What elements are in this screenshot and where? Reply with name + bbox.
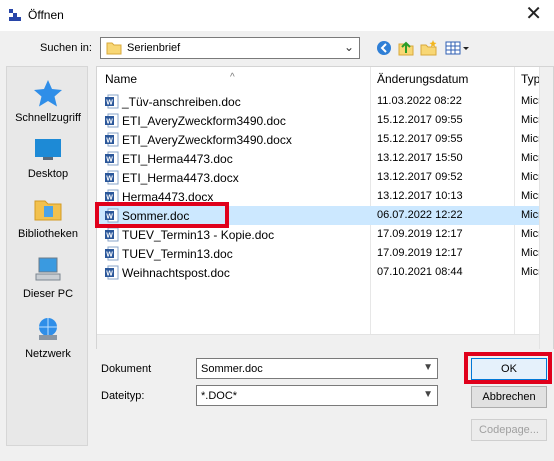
column-type-header[interactable]: Typ [521,72,540,86]
document-name-field[interactable]: ▼ [196,358,438,379]
file-name: Sommer.doc [122,209,190,223]
file-date: 13.12.2017 10:13 [377,190,463,202]
file-date: 11.03.2022 08:22 [377,95,462,107]
svg-text:W: W [106,100,113,107]
column-date-header[interactable]: Änderungsdatum [377,72,468,86]
file-row[interactable]: W TUEV_Termin13 - Kopie.doc 17.09.2019 12:… [97,225,553,245]
folder-icon [106,42,122,55]
back-icon[interactable] [374,38,394,58]
place-network[interactable]: Netzwerk [7,315,89,360]
place-desktop[interactable]: Desktop [7,135,89,180]
filetype-label: Dateityp: [101,390,145,402]
file-list[interactable]: Name ^ Änderungsdatum Typ W _Tüv-anschrei… [96,66,554,349]
place-this-pc[interactable]: Dieser PC [7,255,89,300]
title-bar: Öffnen ✕ [0,0,554,31]
place-quick-access[interactable]: Schnellzugriff [7,79,89,124]
file-date: 17.09.2019 12:17 [377,228,463,240]
word-doc-icon: W [104,189,119,207]
word-doc-icon: W [104,94,119,112]
svg-text:W: W [106,233,113,240]
ok-button[interactable]: OK [471,358,547,380]
word-doc-icon: W [104,246,119,264]
file-date: 13.12.2017 09:52 [377,171,463,183]
file-row[interactable]: W Sommer.doc 06.07.2022 12:22 Micro [97,206,553,226]
column-name-header[interactable]: Name [105,72,137,86]
word-doc-icon: W [104,151,119,169]
file-row[interactable]: W ETI_Herma4473.docx 13.12.2017 09:52 Micro [97,168,553,188]
chevron-down-icon: ▼ [423,389,433,400]
app-icon [9,9,21,21]
up-folder-icon[interactable] [396,38,416,58]
chevron-down-icon: ⌄ [343,40,354,54]
list-header: Name ^ Änderungsdatum Typ [97,67,553,91]
file-row[interactable]: W ETI_AveryZweckform3490.docx 15.12.2017 0… [97,130,553,150]
word-doc-icon: W [104,170,119,188]
place-label: Netzwerk [25,348,71,360]
horizontal-scrollbar[interactable] [97,334,539,349]
file-row[interactable]: W Herma4473.docx 13.12.2017 10:13 Micro [97,187,553,207]
file-name: TUEV_Termin13 - Kopie.doc [122,228,275,242]
vertical-scrollbar[interactable] [539,67,553,349]
file-date: 17.09.2019 12:17 [377,247,463,259]
file-date: 15.12.2017 09:55 [377,133,463,145]
file-name: ETI_Herma4473.doc [122,152,233,166]
cancel-button[interactable]: Abbrechen [471,386,547,408]
word-doc-icon: W [104,113,119,131]
file-date: 13.12.2017 15:50 [377,152,463,164]
places-sidebar: Schnellzugriff Desktop Bibliotheken Dies… [6,66,88,446]
codepage-button: Codepage... [471,419,547,441]
place-libraries[interactable]: Bibliotheken [7,195,89,240]
file-row[interactable]: W ETI_AveryZweckform3490.doc 15.12.2017 09… [97,111,553,131]
file-row[interactable]: W _Tüv-anschreiben.doc 11.03.2022 08:22 Mic… [97,92,553,112]
svg-text:W: W [106,138,113,145]
filetype-combo[interactable]: *.DOC* ▼ [196,385,438,406]
file-name: ETI_AveryZweckform3490.docx [122,133,292,147]
file-row[interactable]: W ETI_Herma4473.doc 13.12.2017 15:50 Micro [97,149,553,169]
file-name: ETI_Herma4473.docx [122,171,239,185]
word-doc-icon: W [104,265,119,283]
filetype-value: *.DOC* [201,390,238,402]
lookin-combo[interactable]: Serienbrief ⌄ [100,37,360,59]
new-folder-icon[interactable] [419,38,439,58]
word-doc-icon: W [104,227,119,245]
file-row[interactable]: W TUEV_Termin13.doc 17.09.2019 12:17 Micro [97,244,553,264]
document-label: Dokument [101,363,152,375]
svg-text:W: W [106,214,113,221]
sort-caret-icon: ^ [230,72,235,83]
lookin-label: Suchen in: [40,42,92,54]
word-doc-icon: W [104,132,119,150]
svg-text:W: W [106,157,113,164]
file-date: 15.12.2017 09:55 [377,114,463,126]
place-label: Schnellzugriff [15,112,81,124]
word-doc-icon: W [104,208,119,226]
place-label: Desktop [27,168,69,180]
file-name: ETI_AveryZweckform3490.doc [122,114,286,128]
svg-text:W: W [106,195,113,202]
chevron-down-icon[interactable]: ▼ [423,362,433,373]
file-date: 07.10.2021 08:44 [377,266,463,278]
file-name: TUEV_Termin13.doc [122,247,233,261]
place-label: Bibliotheken [18,228,78,240]
file-name: _Tüv-anschreiben.doc [122,95,241,109]
place-label: Dieser PC [22,288,74,300]
svg-text:W: W [106,271,113,278]
close-button[interactable]: ✕ [525,3,542,25]
desktop-icon [35,139,61,160]
svg-text:W: W [106,252,113,259]
file-date: 06.07.2022 12:22 [377,209,463,221]
view-menu-icon[interactable] [444,38,470,58]
libraries-icon [34,200,62,221]
star-icon [34,80,62,107]
file-name: Weihnachtspost.doc [122,266,230,280]
document-name-input[interactable] [197,359,437,378]
file-row[interactable]: W Weihnachtspost.doc 07.10.2021 08:44 Micro [97,263,553,283]
lookin-value: Serienbrief [127,42,181,54]
computer-icon [35,257,61,281]
network-icon [39,318,57,340]
svg-text:W: W [106,176,113,183]
file-name: Herma4473.docx [122,190,214,204]
svg-text:W: W [106,119,113,126]
window-title: Öffnen [28,8,64,22]
